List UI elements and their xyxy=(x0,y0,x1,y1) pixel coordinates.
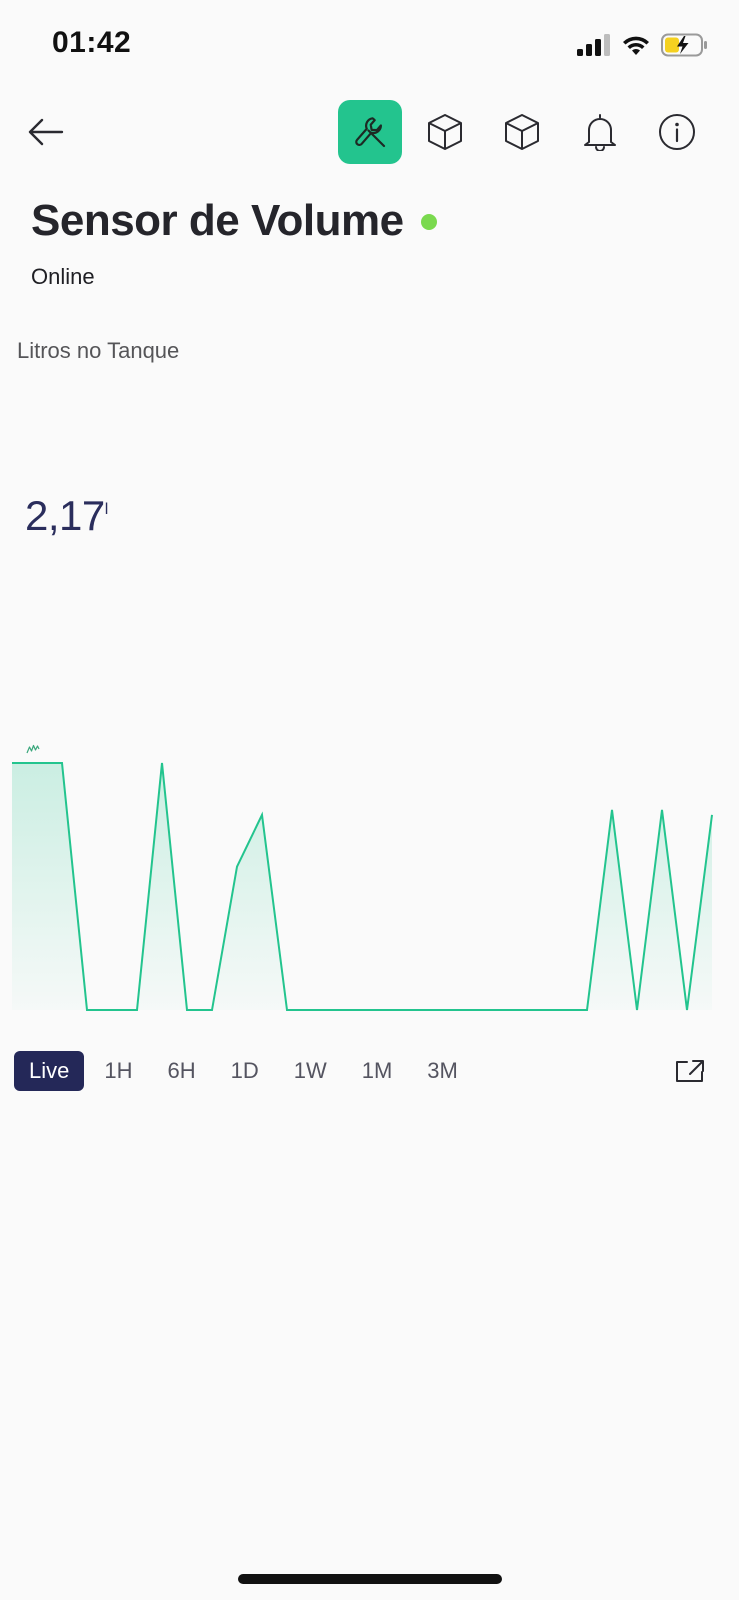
battery-charging-icon xyxy=(661,33,707,57)
range-option-1w[interactable]: 1W xyxy=(279,1051,342,1091)
range-option-1h[interactable]: 1H xyxy=(89,1051,147,1091)
cube-icon xyxy=(505,114,539,150)
toolbar xyxy=(0,100,739,164)
home-indicator xyxy=(238,1574,502,1584)
online-status-dot xyxy=(420,214,437,230)
status-icons xyxy=(577,30,709,60)
cube-button-2[interactable] xyxy=(490,100,554,164)
bell-icon xyxy=(584,114,616,151)
range-option-1m[interactable]: 1M xyxy=(347,1051,408,1091)
info-icon xyxy=(659,114,695,150)
cube-button-1[interactable] xyxy=(413,100,477,164)
notifications-button[interactable] xyxy=(568,100,632,164)
device-title: Sensor de Volume xyxy=(31,196,404,245)
status-bar: 01:42 xyxy=(0,0,739,90)
status-time: 01:42 xyxy=(52,26,132,59)
volume-chart xyxy=(12,762,713,1011)
title-row: Sensor de Volume xyxy=(31,196,437,246)
back-button[interactable] xyxy=(14,100,78,164)
time-range-selector: Live 1H 6H 1D 1W 1M 3M xyxy=(14,1051,478,1091)
wifi-icon xyxy=(623,36,649,55)
fullscreen-button[interactable] xyxy=(674,1056,706,1086)
value-unit: l xyxy=(104,501,109,518)
cellular-signal-icon xyxy=(577,34,610,56)
widget-label: Litros no Tanque xyxy=(17,338,180,363)
device-status: Online xyxy=(31,264,95,289)
back-arrow-icon xyxy=(28,118,64,146)
range-option-3m[interactable]: 3M xyxy=(412,1051,473,1091)
range-option-live[interactable]: Live xyxy=(14,1051,85,1091)
cube-icon xyxy=(428,114,462,150)
range-option-6h[interactable]: 6H xyxy=(152,1051,210,1091)
chart-area-fill xyxy=(12,763,712,1010)
wrench-icon xyxy=(355,117,386,148)
expand-icon xyxy=(676,1060,704,1082)
range-option-1d[interactable]: 1D xyxy=(216,1051,274,1091)
widget-value: 2,17l xyxy=(25,492,108,540)
value-number: 2,17 xyxy=(25,492,105,539)
info-button[interactable] xyxy=(645,100,709,164)
settings-button[interactable] xyxy=(338,100,402,164)
